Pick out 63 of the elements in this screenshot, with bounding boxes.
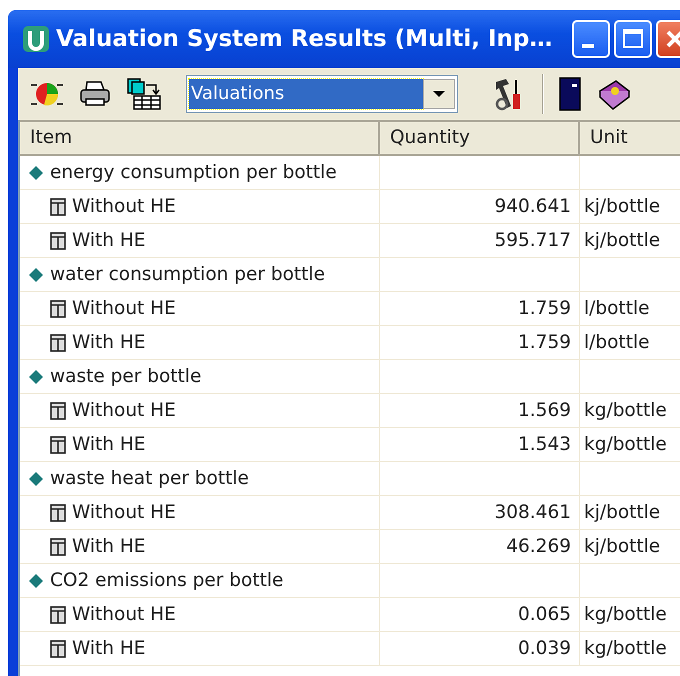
column-header[interactable]: Unit [580, 122, 680, 156]
table-cell: l/bottle [580, 292, 680, 326]
table-cell: 1.759 [380, 326, 580, 360]
table-icon [50, 402, 66, 420]
app-icon [22, 25, 50, 53]
item-label: With HE [72, 332, 146, 353]
maximize-button[interactable] [614, 20, 652, 58]
item-label: energy consumption per bottle [50, 162, 337, 183]
item-label: With HE [72, 230, 146, 251]
item-label: Without HE [72, 196, 176, 217]
table-cell: 0.039 [380, 632, 580, 666]
minimize-icon [582, 44, 594, 48]
item-label: Without HE [72, 604, 176, 625]
item-label: Without HE [72, 400, 176, 421]
item-label: With HE [72, 536, 146, 557]
window-title: Valuation System Results (Multi, Inp… [56, 26, 552, 52]
item-label: Without HE [72, 502, 176, 523]
table-cell: kg/bottle [580, 632, 680, 666]
table-icon [50, 198, 66, 216]
table-cell: 46.269 [380, 530, 580, 564]
table-cell: l/bottle [580, 326, 680, 360]
diamond-icon [28, 470, 44, 486]
table-icon [50, 334, 66, 352]
table-icon [50, 606, 66, 624]
table-cell: 1.543 [380, 428, 580, 462]
table-icon [50, 300, 66, 318]
table-cell: kg/bottle [580, 428, 680, 462]
table-cell: 1.759 [380, 292, 580, 326]
item-label: waste heat per bottle [50, 468, 249, 489]
table-cell: kj/bottle [580, 190, 680, 224]
item-label: waste per bottle [50, 366, 202, 387]
table-cell: kj/bottle [580, 224, 680, 258]
table-cell: 1.569 [380, 394, 580, 428]
table-icon [50, 436, 66, 454]
table-icon [50, 538, 66, 556]
table-cell: 308.461 [380, 496, 580, 530]
table-cell: 940.641 [380, 190, 580, 224]
diamond-icon [28, 368, 44, 384]
table-cell: kj/bottle [580, 530, 680, 564]
column-header[interactable]: Quantity [380, 122, 580, 156]
table-cell: 595.717 [380, 224, 580, 258]
door-icon[interactable] [558, 77, 582, 111]
printer-icon[interactable] [78, 79, 112, 109]
view-dropdown[interactable]: Valuations [186, 75, 458, 113]
item-label: CO2 emissions per bottle [50, 570, 284, 591]
table-icon [50, 640, 66, 658]
diamond-icon [28, 572, 44, 588]
table-cell: kj/bottle [580, 496, 680, 530]
table-icon [50, 504, 66, 522]
diamond-icon [28, 266, 44, 282]
item-label: Without HE [72, 298, 176, 319]
item-label: With HE [72, 638, 146, 659]
column-header[interactable]: Item [20, 122, 380, 156]
table-cell: 0.065 [380, 598, 580, 632]
diamond-icon [28, 164, 44, 180]
table-cell: kg/bottle [580, 598, 680, 632]
minimize-button[interactable] [572, 20, 610, 58]
item-label: With HE [72, 434, 146, 455]
table-export-icon[interactable] [126, 77, 162, 111]
item-label: water consumption per bottle [50, 264, 325, 285]
table-cell: kg/bottle [580, 394, 680, 428]
close-icon [666, 30, 680, 48]
table-icon [50, 232, 66, 250]
